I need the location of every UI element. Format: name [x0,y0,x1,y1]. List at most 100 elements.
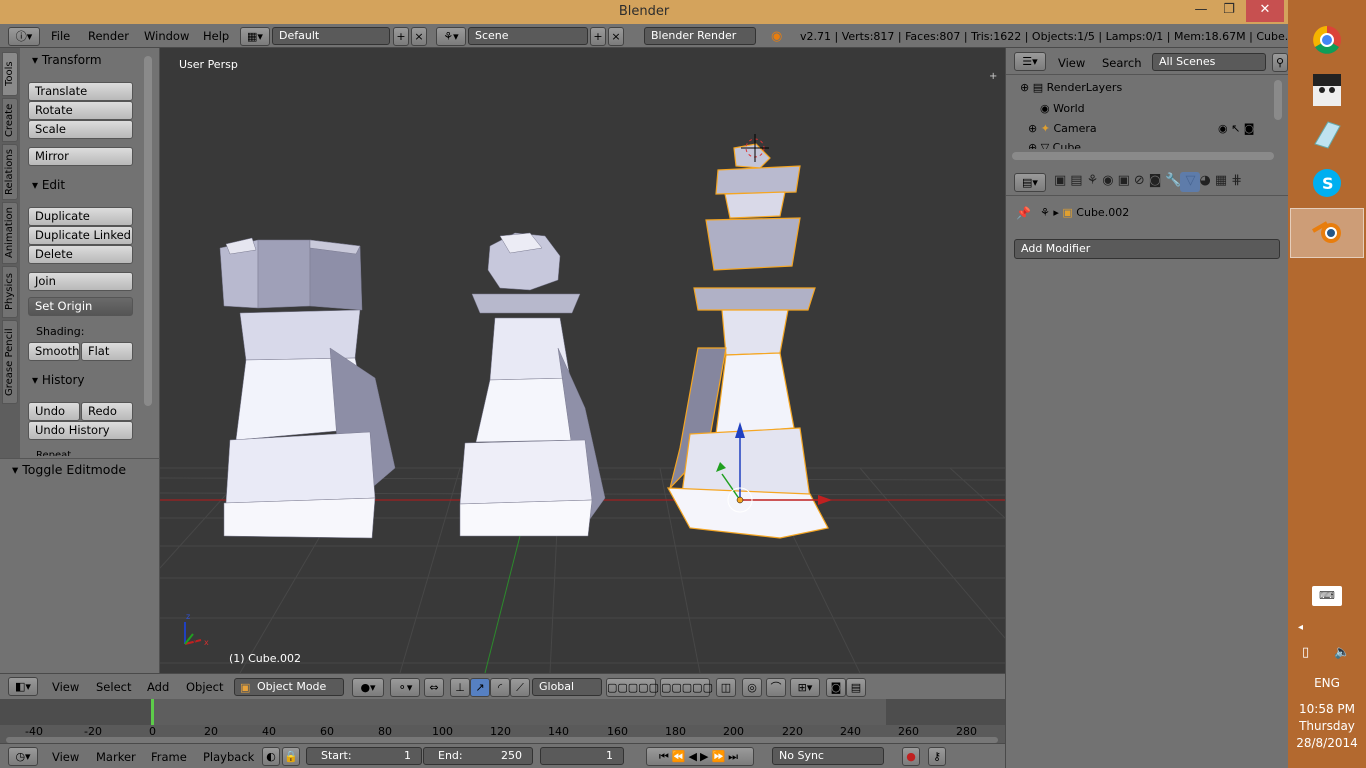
duplicate-linked-button[interactable]: Duplicate Linked [28,226,133,245]
tab-tools[interactable]: Tools [2,52,18,96]
menu-view[interactable]: View [52,750,79,764]
end-frame-field[interactable]: End: 250 [423,747,533,765]
delete-button[interactable]: Delete [28,245,133,264]
duplicate-button[interactable]: Duplicate [28,207,133,226]
screen-layout-field[interactable]: Default [272,27,390,45]
pin-icon[interactable]: 📌 [1016,206,1031,220]
add-modifier-select[interactable]: Add Modifier [1014,239,1280,259]
display-filter-select[interactable]: All Scenes [1152,53,1266,71]
scene-field[interactable]: Scene [468,27,588,45]
render-animation-icon[interactable]: ▤ [846,678,866,697]
smooth-button[interactable]: Smooth [28,342,80,361]
blender-taskbar-icon[interactable] [1290,208,1364,258]
layers-group-2[interactable]: ▢▢▢▢▢ [660,678,713,697]
undo-history-button[interactable]: Undo History [28,421,133,440]
lock-icon[interactable]: 🔒 [282,747,300,766]
chrome-icon[interactable] [1290,14,1364,64]
record-icon[interactable]: ● [902,747,920,766]
outliner-item-renderlayers[interactable]: ⊕ ▤ RenderLayers [1020,81,1122,94]
outliner-v-scrollbar[interactable] [1274,80,1282,120]
tab-grease-pencil[interactable]: Grease Pencil [2,320,18,404]
keying-set-icon[interactable]: ⚷ [928,747,946,766]
menu-object[interactable]: Object [186,680,223,694]
scene-icon[interactable]: ⚘▾ [436,27,466,46]
toggle-editmode-title[interactable]: ▾ Toggle Editmode [12,462,126,477]
menu-search[interactable]: Search [1102,56,1142,70]
render-engine-select[interactable]: Blender Render [644,27,756,45]
menu-frame[interactable]: Frame [151,750,187,764]
maximize-button[interactable]: ❐ [1214,0,1244,22]
tab-animation[interactable]: Animation [2,202,18,264]
rotate-manipulator-icon[interactable]: ↗ [470,678,490,697]
volume-icon[interactable]: 🔈 [1334,645,1350,660]
outliner-item-camera[interactable]: ⊕ ✦ Camera [1028,122,1097,135]
translate-manipulator-icon[interactable]: ⊥ [450,678,470,697]
lock-layers-icon[interactable]: ◫ [716,678,736,697]
timeline-area[interactable]: -40 -20 0 20 40 60 80 100 120 140 160 18… [0,699,1005,743]
menu-view[interactable]: View [52,680,79,694]
proportional-edit-icon[interactable]: ◎ [742,678,762,697]
rotate-button[interactable]: Rotate [28,101,133,120]
menu-window[interactable]: Window [144,29,189,43]
minimize-button[interactable]: — [1186,0,1216,22]
editor-type-3d-icon[interactable]: ◧▾ [8,677,38,696]
orientation-select[interactable]: Global [532,678,602,696]
plus-icon[interactable]: + [989,71,997,82]
current-frame-marker[interactable] [151,699,154,725]
snap-element-icon[interactable]: ⊞▾ [790,678,820,697]
avatar-app-icon[interactable] [1290,66,1364,116]
close-button[interactable]: ✕ [1246,0,1284,22]
render-image-icon[interactable]: ◙ [826,678,846,697]
menu-add[interactable]: Add [147,680,169,694]
notepad-icon[interactable] [1290,112,1364,162]
set-origin-select[interactable]: Set Origin [28,297,133,316]
redo-button[interactable]: Redo [81,402,133,421]
menu-render[interactable]: Render [88,29,129,43]
scale-manipulator-icon[interactable]: ◜ [490,678,510,697]
tool-shelf-scrollbar[interactable] [144,56,152,406]
mode-select[interactable]: Object Mode [234,678,344,696]
menu-playback[interactable]: Playback [203,750,254,764]
history-panel-title[interactable]: ▾ History [32,373,85,387]
outliner-item-cube[interactable]: ⊕ ▽ Cube [1028,141,1081,149]
tab-relations[interactable]: Relations [2,144,18,200]
editor-type-properties-icon[interactable]: ▤▾ [1014,173,1046,192]
layers-group-1[interactable]: ▢▢▢▢▢ [606,678,659,697]
transform-panel-title[interactable]: ▾ Transform [32,53,102,67]
3d-viewport[interactable]: User Persp (1) Cube.002 z y x + [160,48,1005,673]
property-context-tabs[interactable]: ▣▤⚘◉▣⊘◙🔧▽◕▦⋕ [1054,173,1246,192]
tab-physics[interactable]: Physics [2,266,18,318]
mirror-button[interactable]: Mirror [28,147,133,166]
pivot-point-icon[interactable]: ⚬▾ [390,678,420,697]
flat-button[interactable]: Flat [81,342,133,361]
language-indicator[interactable]: ENG [1288,676,1366,690]
sync-select[interactable]: No Sync [772,747,884,765]
undo-button[interactable]: Undo [28,402,80,421]
skype-icon[interactable]: S [1290,158,1364,208]
power-icon[interactable]: ▯ [1302,645,1309,660]
remove-scene-icon[interactable]: × [608,27,624,46]
menu-file[interactable]: File [51,29,70,43]
translate-button[interactable]: Translate [28,82,133,101]
editor-type-outliner-icon[interactable]: ☰▾ [1014,52,1046,71]
add-layout-icon[interactable]: + [393,27,409,46]
tab-create[interactable]: Create [2,98,18,142]
edit-panel-title[interactable]: ▾ Edit [32,178,65,192]
remove-layout-icon[interactable]: × [411,27,427,46]
add-scene-icon[interactable]: + [590,27,606,46]
screen-layout-icon[interactable]: ▦▾ [240,27,270,46]
snap-icon[interactable]: ⌒ [766,678,786,697]
menu-view[interactable]: View [1058,56,1085,70]
menu-marker[interactable]: Marker [96,750,136,764]
tray-expand-icon[interactable]: ◂ [1298,622,1303,633]
editor-type-info-icon[interactable]: ⓘ▾ [8,27,40,46]
viewport-shading-icon[interactable]: ●▾ [352,678,384,697]
menu-select[interactable]: Select [96,680,131,694]
keyboard-icon[interactable]: ⌨ [1312,586,1342,606]
manipulator-toggle-icon[interactable]: ⇔ [424,678,444,697]
menu-help[interactable]: Help [203,29,229,43]
join-button[interactable]: Join [28,272,133,291]
search-icon[interactable]: ⚲ [1272,53,1288,72]
playback-controls[interactable]: ⏮⏪◀▶⏩⏭ [646,747,754,766]
visibility-eye-icon[interactable]: ◉ ↖ ◙ [1218,122,1254,135]
